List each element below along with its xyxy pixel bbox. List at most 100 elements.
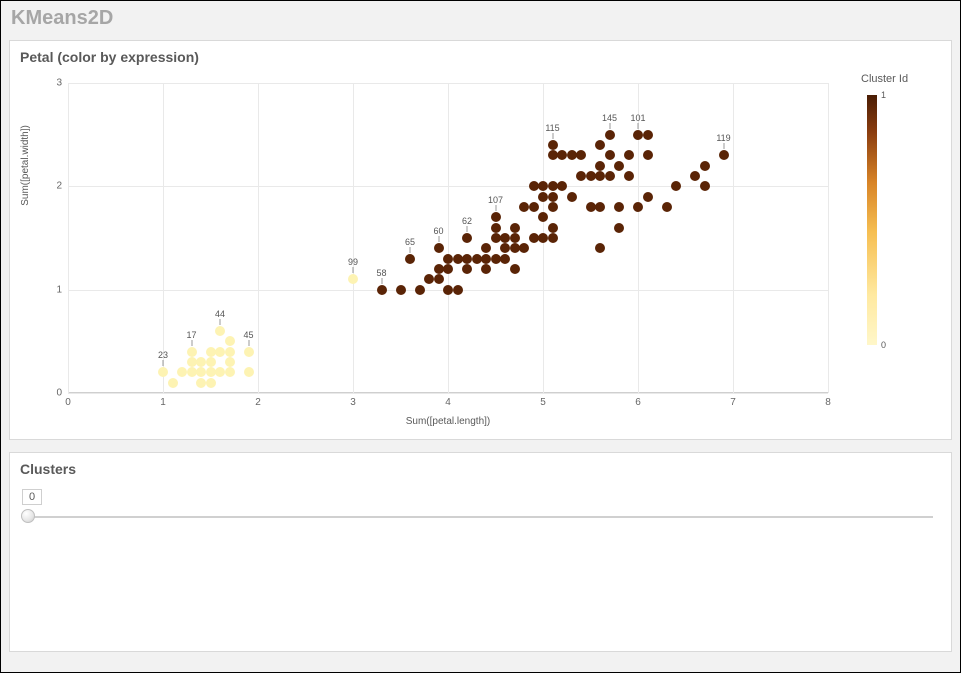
data-point[interactable] <box>557 181 567 191</box>
scatter-chart[interactable]: Petal (color by expression) Sum([petal.l… <box>9 40 952 440</box>
data-point[interactable] <box>225 367 235 377</box>
data-point[interactable] <box>671 181 681 191</box>
data-point[interactable] <box>225 336 235 346</box>
data-point[interactable] <box>158 367 168 377</box>
data-point[interactable] <box>595 161 605 171</box>
data-point[interactable] <box>206 357 216 367</box>
data-point[interactable] <box>177 367 187 377</box>
data-point[interactable] <box>519 243 529 253</box>
data-point[interactable] <box>529 202 539 212</box>
data-point[interactable] <box>595 202 605 212</box>
data-point[interactable] <box>633 130 643 140</box>
data-point[interactable] <box>244 347 254 357</box>
data-point[interactable] <box>595 140 605 150</box>
data-point[interactable] <box>453 285 463 295</box>
data-point[interactable] <box>586 171 596 181</box>
data-point[interactable] <box>491 233 501 243</box>
data-point[interactable] <box>481 254 491 264</box>
data-point[interactable] <box>595 171 605 181</box>
data-point[interactable] <box>576 150 586 160</box>
data-point[interactable] <box>529 233 539 243</box>
data-point[interactable] <box>225 357 235 367</box>
data-point[interactable] <box>215 367 225 377</box>
data-point[interactable] <box>538 181 548 191</box>
data-point[interactable] <box>472 254 482 264</box>
data-point[interactable] <box>700 161 710 171</box>
data-point[interactable] <box>548 192 558 202</box>
data-point[interactable] <box>662 202 672 212</box>
data-point[interactable] <box>500 233 510 243</box>
data-point[interactable] <box>491 223 501 233</box>
data-point[interactable] <box>643 192 653 202</box>
data-point[interactable] <box>548 233 558 243</box>
data-point[interactable] <box>481 243 491 253</box>
data-point[interactable] <box>215 326 225 336</box>
data-point[interactable] <box>586 202 596 212</box>
data-point[interactable] <box>500 254 510 264</box>
data-point[interactable] <box>510 264 520 274</box>
data-point[interactable] <box>491 212 501 222</box>
data-point[interactable] <box>196 367 206 377</box>
data-point[interactable] <box>206 347 216 357</box>
data-point[interactable] <box>643 150 653 160</box>
data-point[interactable] <box>557 150 567 160</box>
data-point[interactable] <box>348 274 358 284</box>
data-point[interactable] <box>215 347 225 357</box>
data-point[interactable] <box>529 181 539 191</box>
data-point[interactable] <box>443 285 453 295</box>
data-point[interactable] <box>500 243 510 253</box>
data-point[interactable] <box>415 285 425 295</box>
data-point[interactable] <box>510 243 520 253</box>
data-point[interactable] <box>643 130 653 140</box>
data-point[interactable] <box>567 192 577 202</box>
data-point[interactable] <box>434 243 444 253</box>
data-point[interactable] <box>206 378 216 388</box>
data-point[interactable] <box>187 357 197 367</box>
data-point[interactable] <box>434 274 444 284</box>
data-point[interactable] <box>548 181 558 191</box>
data-point[interactable] <box>548 150 558 160</box>
data-point[interactable] <box>491 254 501 264</box>
data-point[interactable] <box>624 171 634 181</box>
data-point[interactable] <box>614 161 624 171</box>
data-point[interactable] <box>538 233 548 243</box>
data-point[interactable] <box>538 192 548 202</box>
data-point[interactable] <box>605 171 615 181</box>
data-point[interactable] <box>405 254 415 264</box>
data-point[interactable] <box>576 171 586 181</box>
data-point[interactable] <box>244 367 254 377</box>
slider-track[interactable] <box>24 511 937 523</box>
data-point[interactable] <box>595 243 605 253</box>
data-point[interactable] <box>434 264 444 274</box>
data-point[interactable] <box>567 150 577 160</box>
data-point[interactable] <box>510 223 520 233</box>
data-point[interactable] <box>453 254 463 264</box>
data-point[interactable] <box>719 150 729 160</box>
data-point[interactable] <box>481 264 491 274</box>
data-point[interactable] <box>605 150 615 160</box>
slider-thumb[interactable] <box>21 509 35 523</box>
data-point[interactable] <box>700 181 710 191</box>
data-point[interactable] <box>548 202 558 212</box>
data-point[interactable] <box>510 233 520 243</box>
data-point[interactable] <box>624 150 634 160</box>
data-point[interactable] <box>614 202 624 212</box>
data-point[interactable] <box>690 171 700 181</box>
data-point[interactable] <box>443 254 453 264</box>
data-point[interactable] <box>424 274 434 284</box>
data-point[interactable] <box>168 378 178 388</box>
data-point[interactable] <box>605 130 615 140</box>
data-point[interactable] <box>196 357 206 367</box>
data-point[interactable] <box>462 264 472 274</box>
data-point[interactable] <box>196 378 206 388</box>
data-point[interactable] <box>225 347 235 357</box>
data-point[interactable] <box>519 202 529 212</box>
data-point[interactable] <box>377 285 387 295</box>
data-point[interactable] <box>206 367 216 377</box>
data-point[interactable] <box>396 285 406 295</box>
data-point[interactable] <box>187 347 197 357</box>
data-point[interactable] <box>462 233 472 243</box>
data-point[interactable] <box>548 223 558 233</box>
data-point[interactable] <box>633 202 643 212</box>
data-point[interactable] <box>187 367 197 377</box>
